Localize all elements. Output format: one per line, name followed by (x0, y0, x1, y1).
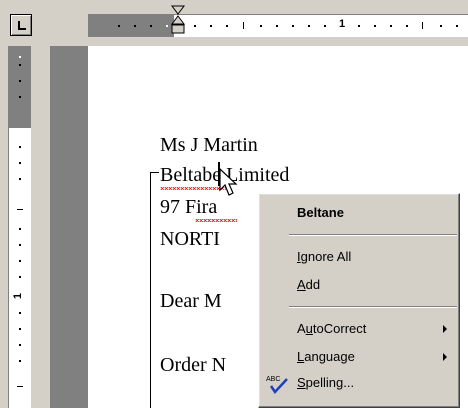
ruler-dot (226, 25, 228, 27)
menu-separator (289, 306, 457, 308)
doc-line-street[interactable]: 97 Fira (160, 196, 217, 219)
doc-line-salutation[interactable]: Dear M (160, 290, 222, 313)
ruler-tick (243, 22, 244, 29)
menu-item-suggestion[interactable]: Beltane (259, 200, 461, 226)
ruler-dot (260, 25, 262, 27)
vertical-ruler[interactable]: 1 (8, 46, 31, 408)
ruler-dot (210, 25, 212, 27)
menu-item-autocorrect[interactable]: AutoCorrect (259, 316, 461, 342)
ruler-dot (324, 25, 326, 27)
ruler-dot (19, 360, 21, 362)
add-accel: A (297, 277, 306, 292)
ruler-dot (406, 25, 408, 27)
doc-line-recipient[interactable]: Ms J Martin (160, 134, 258, 157)
horizontal-ruler[interactable]: 1 (88, 14, 468, 37)
autocorrect-rest: toCorrect (312, 321, 367, 336)
ruler-dot (276, 25, 278, 27)
left-margin-area[interactable] (88, 15, 174, 37)
doc-line-order[interactable]: Order N (160, 354, 226, 377)
add-label: Add (297, 277, 320, 292)
spelling-label: Spelling... (297, 375, 354, 390)
submenu-arrow-icon (443, 325, 447, 333)
tab-selector-button[interactable] (10, 14, 32, 36)
ruler-number: 1 (339, 18, 346, 30)
indent-marker-icon[interactable] (170, 4, 186, 38)
ruler-tick (17, 386, 23, 387)
doc-line-town[interactable]: NORTI (160, 228, 220, 251)
suggestion-label: Beltane (297, 205, 344, 220)
text-boundary-line (150, 172, 151, 408)
ruler-dot (19, 344, 21, 346)
spelling-accel: S (297, 375, 306, 390)
ruler-dot (19, 228, 21, 230)
text-boundary-corner (150, 172, 159, 173)
menu-item-language[interactable]: Language (259, 344, 461, 370)
ruler-dot (150, 25, 152, 27)
menu-item-add[interactable]: Add (259, 272, 461, 298)
page-left-gutter (50, 46, 88, 408)
spelling-check-icon: ABC (266, 376, 288, 395)
language-label: Language (297, 349, 355, 364)
ruler-dot (390, 25, 392, 27)
menu-item-ignore-all[interactable]: Ignore All (259, 244, 461, 270)
ruler-dot (19, 244, 21, 246)
ruler-dot (194, 25, 196, 27)
pointer-cursor-icon (219, 168, 238, 196)
add-rest: dd (305, 277, 321, 292)
ruler-dot (456, 25, 458, 27)
ruler-dot (19, 64, 21, 66)
ruler-dot (19, 162, 21, 164)
spelling-rest: pelling... (305, 375, 355, 390)
spelling-context-menu: Beltane Ignore All Add AutoCorrect Langu… (258, 193, 460, 408)
ruler-tick (17, 209, 23, 210)
ruler-dot (292, 25, 294, 27)
ruler-dot (134, 25, 136, 27)
ruler-dot (374, 25, 376, 27)
ruler-dot (308, 25, 310, 27)
spelling-error-underline (195, 219, 237, 222)
ruler-corner (0, 0, 50, 46)
ruler-dot (19, 312, 21, 314)
ruler-tick (422, 22, 423, 29)
tab-selector-icon-base (18, 28, 26, 30)
language-rest: anguage (304, 349, 355, 364)
ignore-all-rest: gnore All (300, 249, 352, 264)
ruler-dot (118, 25, 120, 27)
autocorrect-label: AutoCorrect (297, 321, 366, 336)
submenu-arrow-icon (443, 353, 447, 361)
autocorrect-pre: A (297, 321, 306, 336)
ruler-dot (358, 25, 360, 27)
ruler-dot (19, 178, 21, 180)
ruler-dot (19, 96, 21, 98)
ignore-all-label: Ignore All (297, 249, 351, 264)
ruler-number: 1 (12, 292, 25, 300)
ruler-dot (19, 328, 21, 330)
ruler-dot (440, 25, 442, 27)
ruler-dot (166, 25, 168, 27)
spelling-error-underline (160, 187, 228, 190)
menu-item-spelling[interactable]: ABC Spelling... (259, 370, 461, 396)
menu-separator (289, 234, 457, 236)
top-margin-area[interactable] (9, 46, 31, 128)
autocorrect-accel: u (305, 321, 313, 336)
ruler-dot (19, 56, 21, 58)
spelling-icon-text: ABC (266, 376, 280, 383)
ruler-dot (19, 80, 21, 82)
ruler-dot (19, 276, 21, 278)
ruler-dot (19, 260, 21, 262)
ruler-dot (19, 146, 21, 148)
